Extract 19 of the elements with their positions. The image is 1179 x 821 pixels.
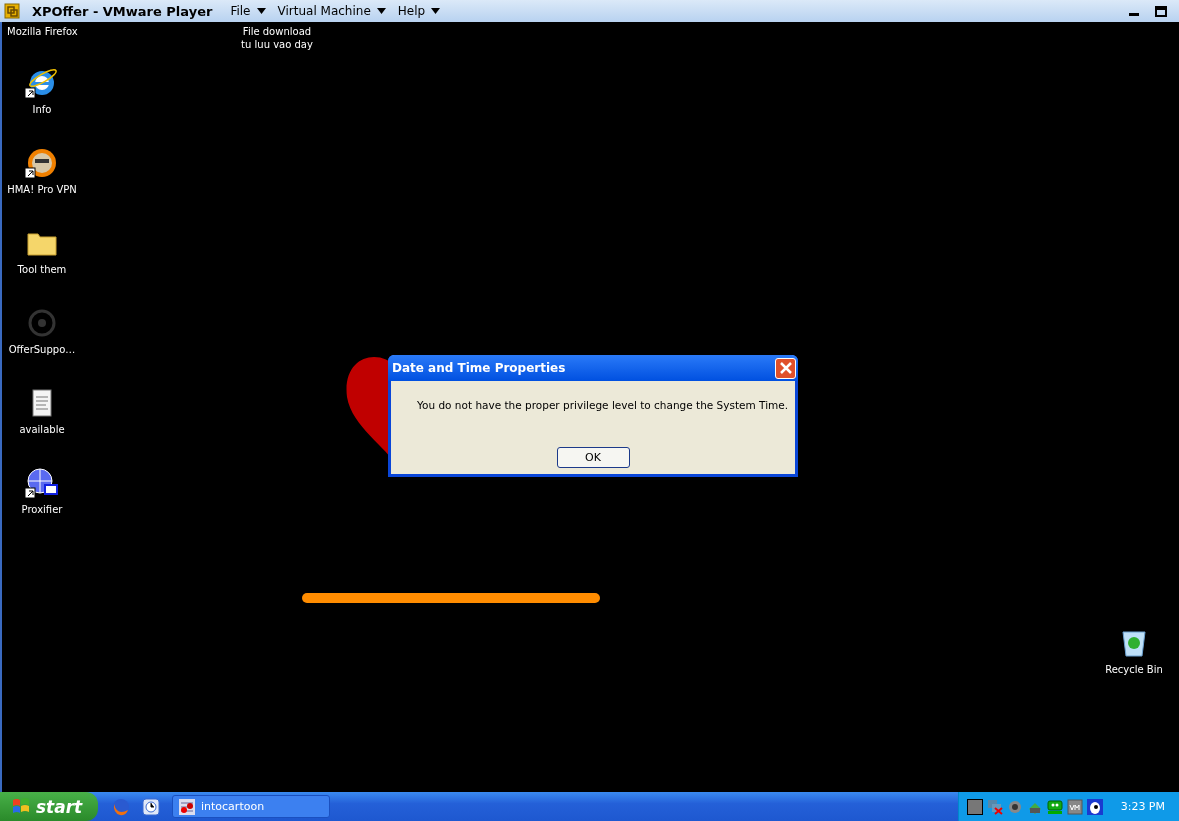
desktop-shortcut[interactable]: Info bbox=[2, 66, 82, 115]
desktop-shortcut[interactable]: Tool them bbox=[2, 226, 82, 275]
desktop-icon-label[interactable]: File download tu luu vao day bbox=[230, 25, 324, 51]
desktop-shortcut[interactable]: available bbox=[2, 386, 82, 435]
clock: 3:23 PM bbox=[1120, 800, 1165, 813]
start-button[interactable]: start bbox=[0, 792, 98, 821]
desktop-shortcut[interactable]: Proxifier bbox=[2, 466, 82, 515]
desktop-icon-label[interactable]: Mozilla Firefox bbox=[7, 25, 78, 38]
dialog-title: Date and Time Properties bbox=[392, 361, 566, 375]
menu-button[interactable]: Help bbox=[393, 4, 445, 18]
window-title: XPOffer - VMware Player bbox=[32, 3, 213, 19]
ok-button[interactable]: OK bbox=[556, 447, 630, 468]
desktop-shortcut[interactable]: Recycle Bin bbox=[1094, 626, 1174, 675]
menu-button[interactable]: File bbox=[226, 4, 270, 18]
desktop-shortcut[interactable]: HMA! Pro VPN bbox=[2, 146, 82, 195]
desktop-shortcut[interactable]: OfferSuppo… bbox=[2, 306, 82, 355]
menu-button[interactable]: Virtual Machine bbox=[273, 4, 390, 18]
dialog-message: You do not have the proper privilege level to change the System Time. bbox=[417, 399, 789, 411]
taskbar-button[interactable]: intocartoon bbox=[172, 795, 330, 818]
